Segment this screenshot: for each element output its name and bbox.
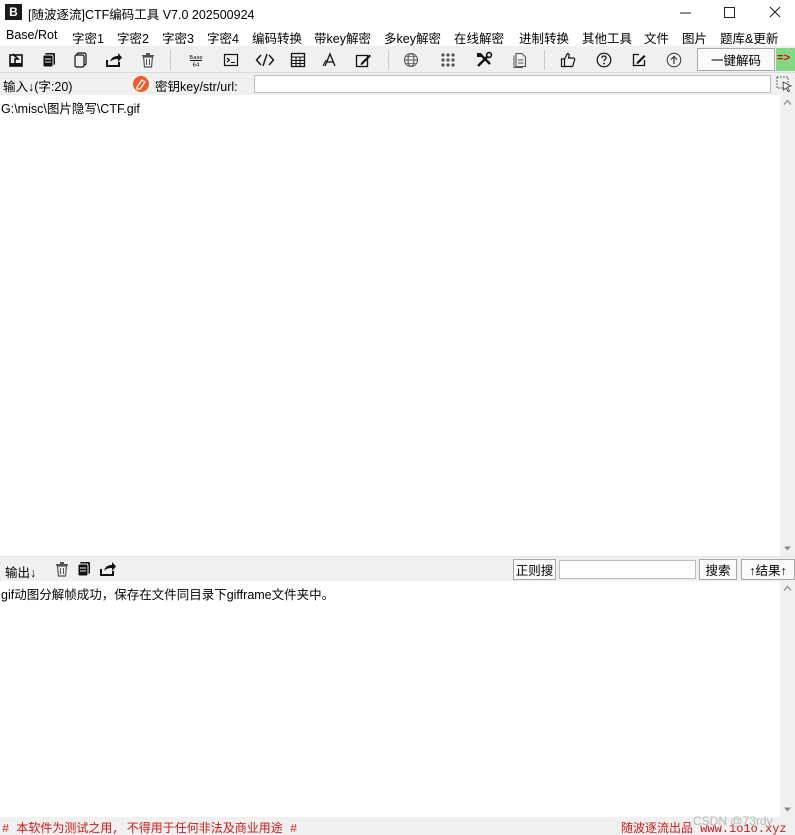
thumbs-up-icon[interactable] (556, 49, 580, 71)
paste-icon[interactable] (69, 49, 93, 71)
menu-bar: Base/Rot 字密1 字密2 字密3 字密4 编码转换 带key解密 多ke… (0, 24, 795, 46)
disclaimer-text: # 本软件为测试之用, 不得用于任何非法及商业用途 # (2, 822, 298, 835)
menu-file[interactable]: 文件 (644, 28, 669, 47)
menu-char-cipher-2[interactable]: 字密2 (117, 28, 149, 47)
input-label: 输入↓(字:20) (3, 80, 73, 94)
share-icon[interactable] (102, 49, 126, 71)
menu-image[interactable]: 图片 (682, 28, 707, 47)
menu-online-decrypt[interactable]: 在线解密 (454, 28, 504, 47)
globe-icon[interactable] (399, 49, 423, 71)
output-label: 输出↓ (5, 566, 37, 580)
key-eraser-icon[interactable] (133, 76, 149, 92)
key-input[interactable] (254, 75, 771, 93)
title-bar: B [随波逐流]CTF编码工具 V7.0 202500924 (0, 0, 795, 24)
menu-base-convert[interactable]: 进制转换 (519, 28, 569, 47)
maximize-button[interactable] (706, 0, 752, 24)
output-scrollbar[interactable] (780, 581, 795, 817)
toolbar-separator (170, 50, 171, 70)
menu-multi-key-decrypt[interactable]: 多key解密 (384, 28, 441, 47)
help-icon[interactable] (592, 49, 616, 71)
menu-base-rot[interactable]: Base/Rot (6, 28, 57, 42)
document-icon[interactable] (508, 49, 532, 71)
menu-char-cipher-4[interactable]: 字密4 (207, 28, 239, 47)
search-button[interactable]: 搜索 (699, 559, 737, 580)
svg-text:64: 64 (193, 63, 200, 69)
edit-frame-icon[interactable] (352, 49, 376, 71)
input-scrollbar[interactable] (780, 95, 795, 556)
scroll-down-arrow-icon[interactable] (783, 544, 792, 553)
share-output-icon[interactable] (96, 558, 120, 580)
regex-search-button[interactable]: 正则搜 (513, 559, 556, 580)
app-logo-icon: B (5, 4, 22, 20)
menu-encoding-convert[interactable]: 编码转换 (252, 28, 302, 47)
font-icon[interactable] (318, 49, 342, 71)
result-to-input-button[interactable]: ↑结果↑ (741, 559, 795, 580)
input-textarea[interactable]: G:\misc\图片隐写\CTF.gif (0, 95, 780, 556)
toolbar: Base 64 一键解码 => (0, 46, 795, 73)
window-title: [随波逐流]CTF编码工具 V7.0 202500924 (28, 8, 255, 22)
grid-icon[interactable] (436, 49, 460, 71)
close-button[interactable] (752, 0, 795, 24)
terminal-icon[interactable] (219, 49, 243, 71)
code-icon[interactable] (253, 49, 277, 71)
menu-char-cipher-1[interactable]: 字密1 (72, 28, 104, 47)
import-icon[interactable] (4, 49, 28, 71)
base64-icon[interactable]: Base 64 (184, 49, 208, 71)
upload-icon[interactable] (662, 49, 686, 71)
key-label: 密钥key/str/url: (155, 80, 238, 94)
scroll-down-arrow-icon[interactable] (783, 805, 792, 814)
calculator-icon[interactable] (286, 49, 310, 71)
menu-question-bank-update[interactable]: 题库&更新 (720, 28, 778, 47)
scroll-up-arrow-icon[interactable] (783, 98, 792, 107)
minimize-button[interactable] (662, 0, 708, 24)
output-header: 输出↓ 正则搜 搜索 ↑结果↑ (0, 556, 795, 581)
status-bar: # 本软件为测试之用, 不得用于任何非法及商业用途 # 随波逐流出品 www.1… (0, 817, 795, 835)
toolbar-separator (388, 50, 389, 70)
menu-other-tools[interactable]: 其他工具 (582, 28, 632, 47)
search-input[interactable] (559, 560, 696, 579)
input-header: 输入↓(字:20) 密钥key/str/url: (0, 73, 795, 95)
scroll-up-arrow-icon[interactable] (783, 584, 792, 593)
clear-output-trash-icon[interactable] (50, 558, 74, 580)
expand-panel-tab[interactable]: => (776, 48, 795, 71)
cursor-pick-icon[interactable] (776, 76, 793, 92)
one-key-decode-button[interactable]: 一键解码 (697, 48, 775, 71)
menu-key-decrypt[interactable]: 带key解密 (314, 28, 371, 47)
note-icon[interactable] (627, 49, 651, 71)
watermark: CSDN @73rdy (693, 814, 773, 828)
copy-icon[interactable] (37, 49, 61, 71)
trash-icon[interactable] (136, 49, 160, 71)
toolbar-separator (544, 50, 545, 70)
copy-output-icon[interactable] (72, 558, 96, 580)
tools-icon[interactable] (472, 49, 496, 71)
menu-char-cipher-3[interactable]: 字密3 (162, 28, 194, 47)
output-textarea[interactable]: gif动图分解帧成功，保存在文件同目录下gifframe文件夹中。 (0, 581, 780, 817)
